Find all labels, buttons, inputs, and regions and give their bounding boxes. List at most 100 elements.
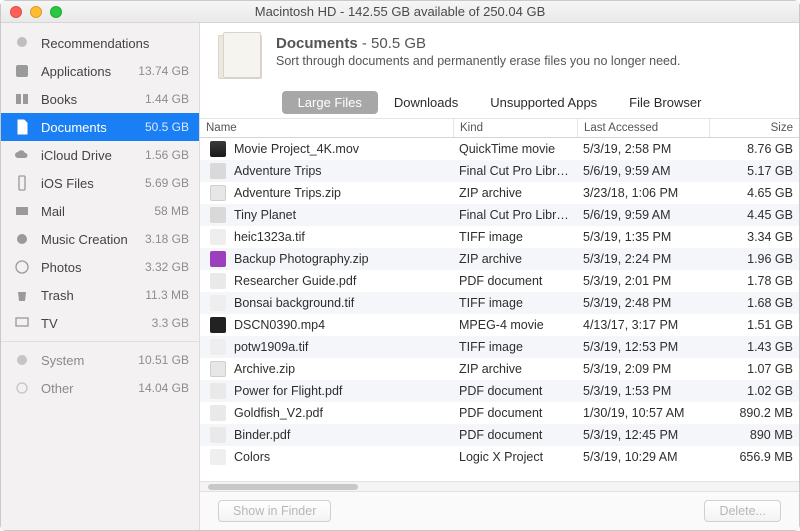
file-kind: MPEG-4 movie — [453, 315, 577, 335]
column-kind[interactable]: Kind — [453, 119, 577, 137]
file-kind: TIFF image — [453, 293, 577, 313]
delete-button[interactable]: Delete... — [704, 500, 781, 522]
horizontal-scrollbar[interactable] — [200, 481, 799, 491]
file-icon — [210, 163, 226, 179]
sidebar-item-label: Music Creation — [41, 232, 145, 247]
sidebar-item-label: Other — [41, 381, 138, 396]
music-icon — [13, 230, 31, 248]
table-row[interactable]: Bonsai background.tifTIFF image5/3/19, 2… — [200, 292, 799, 314]
file-size: 1.68 GB — [709, 293, 799, 313]
file-size: 3.34 GB — [709, 227, 799, 247]
file-name: Adventure Trips — [234, 164, 322, 178]
file-kind: QuickTime movie — [453, 139, 577, 159]
file-kind: ZIP archive — [453, 183, 577, 203]
column-last-accessed[interactable]: Last Accessed — [577, 119, 709, 137]
file-size: 890 MB — [709, 425, 799, 445]
sidebar-item-documents[interactable]: Documents 50.5 GB — [1, 113, 199, 141]
tabs: Large Files Downloads Unsupported Apps F… — [200, 91, 799, 114]
table-row[interactable]: Backup Photography.zipZIP archive5/3/19,… — [200, 248, 799, 270]
file-size: 1.07 GB — [709, 359, 799, 379]
column-size[interactable]: Size — [709, 119, 799, 137]
sidebar-item-label: TV — [41, 316, 152, 331]
apps-icon — [13, 62, 31, 80]
show-in-finder-button[interactable]: Show in Finder — [218, 500, 331, 522]
sidebar-item-system[interactable]: System 10.51 GB — [1, 346, 199, 374]
table-row[interactable]: Power for Flight.pdfPDF document5/3/19, … — [200, 380, 799, 402]
file-name: Archive.zip — [234, 362, 295, 376]
file-size: 4.45 GB — [709, 205, 799, 225]
table-row[interactable]: Binder.pdfPDF document5/3/19, 12:45 PM89… — [200, 424, 799, 446]
file-icon — [210, 405, 226, 421]
table-row[interactable]: Movie Project_4K.movQuickTime movie5/3/1… — [200, 138, 799, 160]
sidebar-item-other[interactable]: Other 14.04 GB — [1, 374, 199, 402]
sidebar-item-books[interactable]: Books 1.44 GB — [1, 85, 199, 113]
close-icon[interactable] — [10, 6, 22, 18]
sidebar-item-label: Mail — [41, 204, 154, 219]
table-row[interactable]: Researcher Guide.pdfPDF document5/3/19, … — [200, 270, 799, 292]
tab-unsupported-apps[interactable]: Unsupported Apps — [474, 91, 613, 114]
table-row[interactable]: Tiny PlanetFinal Cut Pro Libra...5/6/19,… — [200, 204, 799, 226]
sidebar-item-photos[interactable]: Photos 3.32 GB — [1, 253, 199, 281]
table-row[interactable]: heic1323a.tifTIFF image5/3/19, 1:35 PM3.… — [200, 226, 799, 248]
sidebar-item-tv[interactable]: TV 3.3 GB — [1, 309, 199, 337]
table-row[interactable]: Goldfish_V2.pdfPDF document1/30/19, 10:5… — [200, 402, 799, 424]
file-icon — [210, 207, 226, 223]
file-size: 1.51 GB — [709, 315, 799, 335]
tab-file-browser[interactable]: File Browser — [613, 91, 717, 114]
file-kind: TIFF image — [453, 227, 577, 247]
file-name: Bonsai background.tif — [234, 296, 354, 310]
file-last-accessed: 5/6/19, 9:59 AM — [577, 205, 709, 225]
file-last-accessed: 4/13/17, 3:17 PM — [577, 315, 709, 335]
file-icon — [210, 427, 226, 443]
sidebar-item-size: 50.5 GB — [145, 120, 189, 134]
column-headers: Name Kind Last Accessed Size — [200, 118, 799, 138]
sidebar-item-mail[interactable]: Mail 58 MB — [1, 197, 199, 225]
sidebar-item-recommendations[interactable]: Recommendations — [1, 29, 199, 57]
sidebar-item-trash[interactable]: Trash 11.3 MB — [1, 281, 199, 309]
file-last-accessed: 5/3/19, 10:29 AM — [577, 447, 709, 467]
file-last-accessed: 5/3/19, 12:53 PM — [577, 337, 709, 357]
tab-downloads[interactable]: Downloads — [378, 91, 474, 114]
table-row[interactable]: Adventure Trips.zipZIP archive3/23/18, 1… — [200, 182, 799, 204]
file-size: 1.02 GB — [709, 381, 799, 401]
file-kind: PDF document — [453, 381, 577, 401]
traffic-lights — [10, 6, 62, 18]
sidebar-item-size: 58 MB — [154, 204, 189, 218]
table-row[interactable]: ColorsLogic X Project5/3/19, 10:29 AM656… — [200, 446, 799, 468]
sidebar-item-music-creation[interactable]: Music Creation 3.18 GB — [1, 225, 199, 253]
table-row[interactable]: potw1909a.tifTIFF image5/3/19, 12:53 PM1… — [200, 336, 799, 358]
minimize-icon[interactable] — [30, 6, 42, 18]
table-row[interactable]: Archive.zipZIP archive5/3/19, 2:09 PM1.0… — [200, 358, 799, 380]
table-row[interactable]: Adventure TripsFinal Cut Pro Libra...5/6… — [200, 160, 799, 182]
file-last-accessed: 5/3/19, 1:53 PM — [577, 381, 709, 401]
column-name[interactable]: Name — [200, 119, 453, 137]
book-icon — [13, 90, 31, 108]
file-icon — [210, 229, 226, 245]
tab-large-files[interactable]: Large Files — [282, 91, 378, 114]
file-list: Movie Project_4K.movQuickTime movie5/3/1… — [200, 138, 799, 481]
window-title: Macintosh HD - 142.55 GB available of 25… — [1, 4, 799, 19]
zoom-icon[interactable] — [50, 6, 62, 18]
sidebar-item-ios-files[interactable]: iOS Files 5.69 GB — [1, 169, 199, 197]
storage-management-window: Macintosh HD - 142.55 GB available of 25… — [0, 0, 800, 531]
file-kind: ZIP archive — [453, 249, 577, 269]
file-name: Colors — [234, 450, 270, 464]
sidebar-item-size: 3.32 GB — [145, 260, 189, 274]
file-name: heic1323a.tif — [234, 230, 305, 244]
file-size: 4.65 GB — [709, 183, 799, 203]
file-last-accessed: 5/3/19, 2:58 PM — [577, 139, 709, 159]
sidebar-item-size: 3.18 GB — [145, 232, 189, 246]
table-row[interactable]: DSCN0390.mp4MPEG-4 movie4/13/17, 3:17 PM… — [200, 314, 799, 336]
file-size: 1.96 GB — [709, 249, 799, 269]
sidebar-item-icloud-drive[interactable]: iCloud Drive 1.56 GB — [1, 141, 199, 169]
sidebar-item-label: Recommendations — [41, 36, 189, 51]
file-name: potw1909a.tif — [234, 340, 308, 354]
footer: Show in Finder Delete... — [200, 491, 799, 530]
sidebar-item-size: 5.69 GB — [145, 176, 189, 190]
documents-stack-icon — [218, 35, 262, 79]
file-size: 5.17 GB — [709, 161, 799, 181]
sidebar-item-applications[interactable]: Applications 13.74 GB — [1, 57, 199, 85]
main-panel: Documents - 50.5 GB Sort through documen… — [200, 23, 799, 530]
header-subtitle: Sort through documents and permanently e… — [276, 54, 680, 68]
titlebar[interactable]: Macintosh HD - 142.55 GB available of 25… — [1, 1, 799, 23]
